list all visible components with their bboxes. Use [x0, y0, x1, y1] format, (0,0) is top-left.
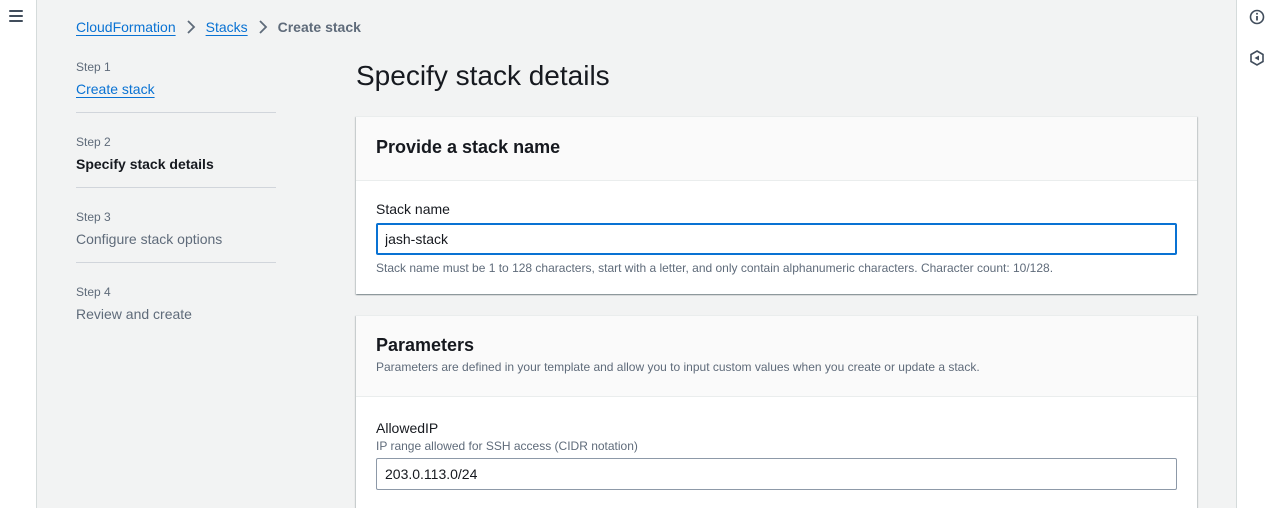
stack-name-constraint: Stack name must be 1 to 128 characters, …: [376, 261, 1054, 275]
panel-body: Stack name Stack name must be 1 to 128 c…: [356, 181, 1197, 275]
step-number: Step 1: [76, 60, 111, 74]
panel-body: AllowedIP IP range allowed for SSH acces…: [356, 397, 1197, 490]
panel-header: Provide a stack name: [356, 117, 1197, 181]
parameters-panel: Parameters Parameters are defined in you…: [356, 315, 1197, 508]
panel-title: Parameters: [376, 335, 475, 355]
param-description-allowedip: IP range allowed for SSH access (CIDR no…: [376, 439, 638, 453]
page-title: Specify stack details: [356, 60, 610, 91]
menu-icon[interactable]: [9, 10, 23, 24]
stack-name-panel: Provide a stack name Stack name Stack na…: [356, 116, 1197, 294]
stack-name-input[interactable]: [376, 223, 1177, 255]
step-number: Step 4: [76, 285, 111, 299]
step-title-current: Specify stack details: [76, 156, 214, 172]
chevron-right-icon: [258, 20, 268, 34]
wizard-steps: Step 1 Create stack Step 2 Specify stack…: [76, 60, 276, 359]
breadcrumb: CloudFormation Stacks Create stack: [76, 19, 361, 35]
breadcrumb-create-stack: Create stack: [277, 19, 361, 35]
step-title: Review and create: [76, 306, 192, 322]
breadcrumb-cloudformation[interactable]: CloudFormation: [76, 19, 176, 35]
allowedip-input[interactable]: [376, 458, 1177, 490]
panel-header: Parameters Parameters are defined in you…: [356, 316, 1197, 397]
left-nav-rail: [0, 0, 37, 508]
step-number: Step 2: [76, 135, 111, 149]
step-number: Step 3: [76, 210, 111, 224]
wizard-step-4: Step 4 Review and create: [76, 285, 276, 337]
param-label-allowedip: AllowedIP: [376, 420, 439, 436]
breadcrumb-stacks[interactable]: Stacks: [206, 19, 248, 35]
step-link-create-stack[interactable]: Create stack: [76, 81, 276, 97]
feedback-icon[interactable]: [1249, 50, 1265, 66]
panel-title: Provide a stack name: [376, 137, 561, 157]
chevron-right-icon: [186, 20, 196, 34]
step-title: Configure stack options: [76, 231, 223, 247]
stack-name-label: Stack name: [376, 201, 450, 217]
wizard-step-1: Step 1 Create stack: [76, 60, 276, 113]
right-tools-rail: [1236, 0, 1275, 508]
info-icon[interactable]: [1249, 9, 1265, 25]
panel-description: Parameters are defined in your template …: [376, 360, 980, 374]
wizard-step-2: Step 2 Specify stack details: [76, 135, 276, 188]
wizard-step-3: Step 3 Configure stack options: [76, 210, 276, 263]
